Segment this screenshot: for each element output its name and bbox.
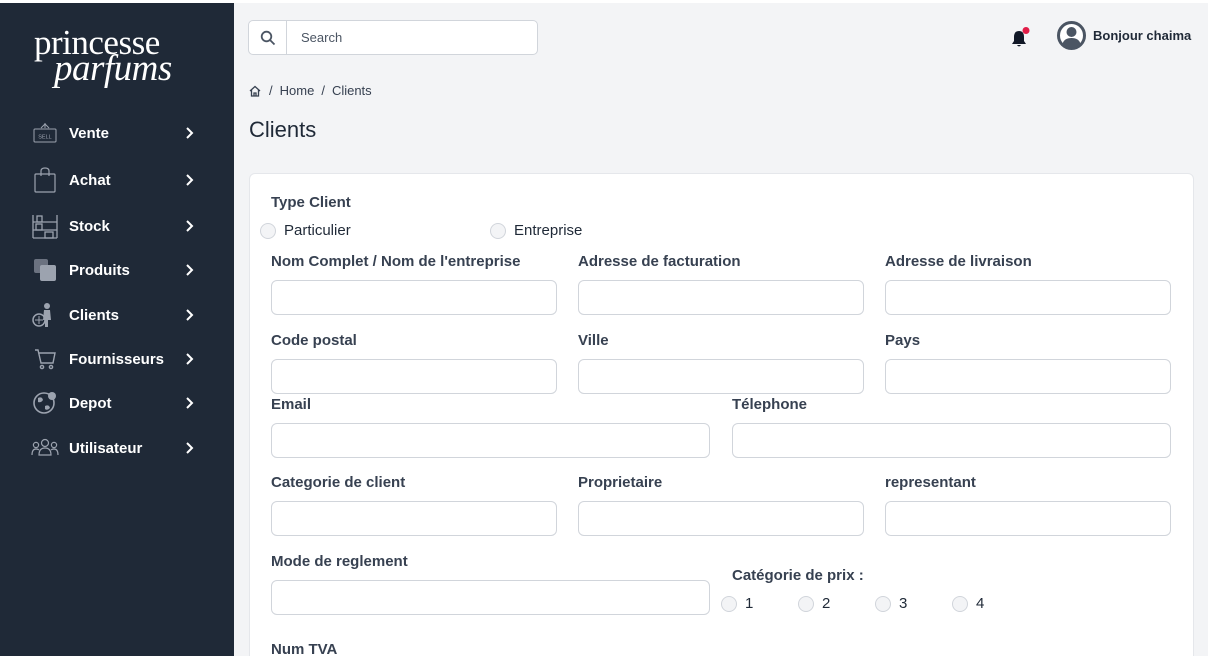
radio-label: 4 [976, 595, 985, 612]
adresse-facturation-input[interactable] [578, 280, 864, 315]
radio-entreprise[interactable]: Entreprise [490, 222, 582, 239]
chevron-right-icon [186, 442, 194, 454]
telephone-input[interactable] [732, 423, 1171, 458]
nom-label: Nom Complet / Nom de l'entreprise [271, 253, 521, 270]
chevron-right-icon [186, 127, 194, 139]
adresse-facturation-label: Adresse de facturation [578, 253, 741, 270]
sidebar-item-achat[interactable]: Achat [0, 160, 234, 200]
radio-label: 3 [899, 595, 908, 612]
chevron-right-icon [186, 397, 194, 409]
sidebar-item-label: Vente [69, 124, 110, 142]
chevron-right-icon [186, 353, 194, 365]
email-label: Email [271, 396, 312, 413]
type-client-label: Type Client [271, 194, 351, 211]
radio-label: 1 [745, 595, 754, 612]
telephone-label: Télephone [732, 396, 808, 413]
representant-label: representant [885, 474, 976, 491]
adresse-livraison-label: Adresse de livraison [885, 253, 1032, 270]
sidebar-item-label: Depot [69, 394, 112, 412]
sell-sign-icon: SELL [31, 119, 59, 147]
svg-text:SELL: SELL [38, 135, 51, 141]
radio-prix-3[interactable]: 3 [875, 595, 907, 612]
pays-label: Pays [885, 332, 921, 349]
radio-prix-2[interactable]: 2 [798, 595, 830, 612]
page-title: Clients [249, 117, 317, 142]
email-input[interactable] [271, 423, 710, 458]
breadcrumb-current: Clients [331, 83, 372, 98]
num-tva-label: Num TVA [271, 641, 338, 656]
radio-circle[interactable] [875, 595, 891, 612]
user-menu[interactable]: Bonjour chaima [1057, 21, 1191, 50]
radio-prix-4[interactable]: 4 [952, 595, 984, 612]
categorie-client-label: Categorie de client [271, 474, 406, 491]
radio-label: 2 [822, 595, 831, 612]
sidebar-item-fournisseurs[interactable]: Fournisseurs [0, 339, 234, 379]
chevron-right-icon [186, 309, 194, 321]
brand-line-2: parfums [54, 48, 172, 89]
users-icon [31, 434, 59, 462]
search-button[interactable] [249, 21, 287, 54]
sidebar-item-vente[interactable]: SELL Vente [0, 113, 234, 153]
search-box [248, 20, 538, 55]
adresse-livraison-input[interactable] [885, 280, 1171, 315]
avatar [1057, 21, 1086, 50]
bell-icon [1012, 27, 1030, 47]
breadcrumb: / Home / Clients [248, 83, 372, 98]
globe-icon [31, 389, 59, 417]
pays-input[interactable] [885, 359, 1171, 394]
breadcrumb-separator: / [269, 83, 273, 98]
client-form-card: Type Client Particulier Entreprise Nom C… [249, 173, 1194, 656]
chevron-right-icon [186, 264, 194, 276]
chevron-right-icon [186, 220, 194, 232]
sidebar-item-label: Utilisateur [69, 439, 143, 457]
home-icon[interactable] [248, 84, 262, 98]
sidebar-item-label: Achat [69, 171, 111, 189]
chevron-right-icon [186, 174, 194, 186]
proprietaire-label: Proprietaire [578, 474, 663, 491]
radio-particulier[interactable]: Particulier [260, 222, 351, 239]
sidebar-item-stock[interactable]: Stock [0, 206, 234, 246]
categorie-prix-label: Catégorie de prix : [732, 567, 864, 584]
sidebar-item-label: Stock [69, 217, 110, 235]
user-greeting: Bonjour chaima [1093, 28, 1192, 43]
radio-prix-1[interactable]: 1 [721, 595, 753, 612]
code-postal-label: Code postal [271, 332, 357, 349]
representant-input[interactable] [885, 501, 1171, 536]
sidebar: princesse parfums SELL Vente Achat Stock… [0, 3, 234, 656]
mode-reglement-label: Mode de reglement [271, 553, 408, 570]
shopping-bag-icon [31, 166, 59, 194]
sidebar-item-depot[interactable]: Depot [0, 383, 234, 423]
radio-label: Particulier [284, 222, 351, 239]
proprietaire-input[interactable] [578, 501, 864, 536]
radio-circle[interactable] [260, 222, 276, 239]
radio-circle[interactable] [952, 595, 968, 612]
brand-logo[interactable]: princesse parfums [34, 25, 172, 87]
sidebar-item-label: Fournisseurs [69, 350, 165, 368]
nom-input[interactable] [271, 280, 557, 315]
breadcrumb-home[interactable]: Home [280, 83, 315, 98]
categorie-client-input[interactable] [271, 501, 557, 536]
ville-label: Ville [578, 332, 609, 349]
radio-label: Entreprise [514, 222, 583, 239]
mode-reglement-input[interactable] [271, 580, 710, 615]
code-postal-input[interactable] [271, 359, 557, 394]
sidebar-item-clients[interactable]: Clients [0, 295, 234, 335]
breadcrumb-separator: / [321, 83, 325, 98]
search-icon [260, 30, 275, 45]
sidebar-item-label: Produits [69, 261, 130, 279]
products-icon [31, 256, 59, 284]
radio-circle[interactable] [490, 222, 506, 239]
clients-icon [31, 301, 59, 329]
cart-icon [31, 345, 59, 373]
sidebar-item-produits[interactable]: Produits [0, 250, 234, 290]
sidebar-item-label: Clients [69, 306, 120, 324]
sidebar-item-utilisateur[interactable]: Utilisateur [0, 428, 234, 468]
search-input[interactable] [287, 21, 527, 54]
ville-input[interactable] [578, 359, 864, 394]
notifications-button[interactable] [1009, 27, 1031, 49]
shelves-icon [31, 212, 59, 240]
radio-circle[interactable] [721, 595, 737, 612]
notification-dot [1022, 27, 1030, 34]
radio-circle[interactable] [798, 595, 814, 612]
